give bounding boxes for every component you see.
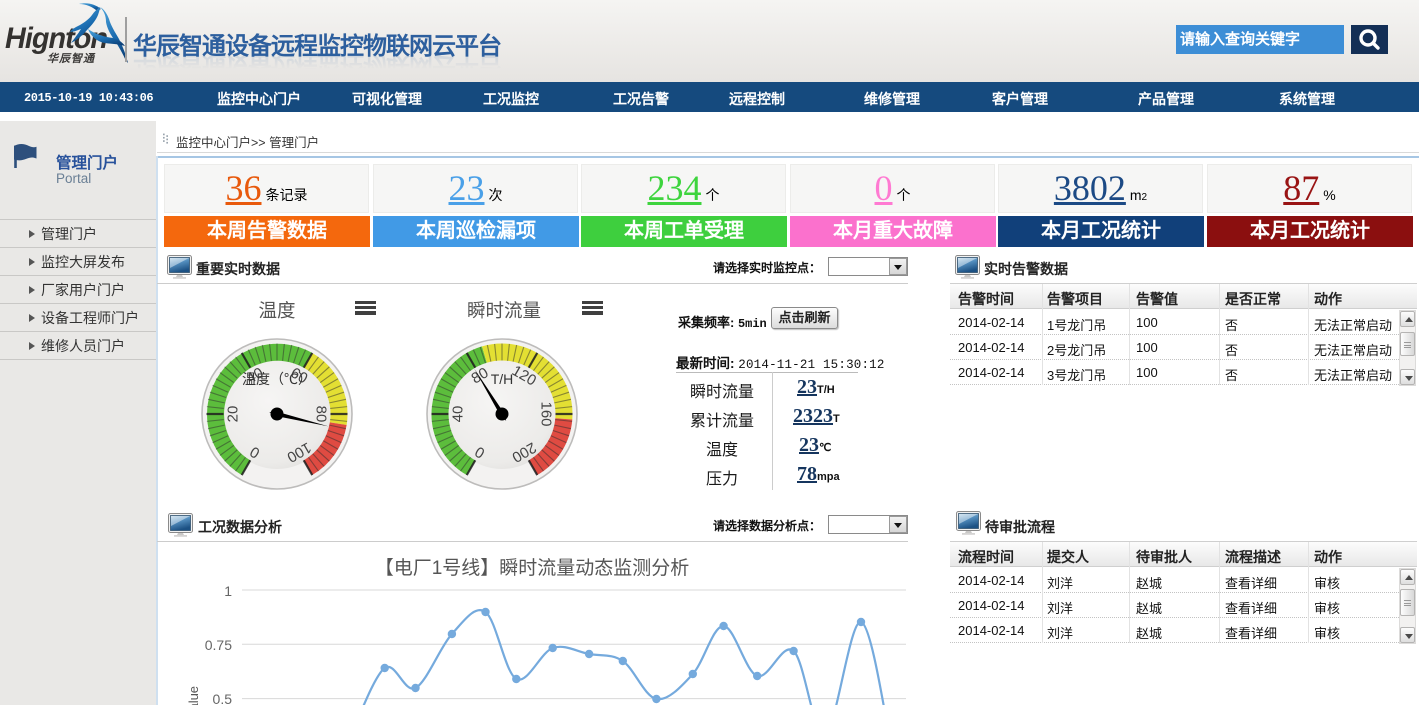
svg-text:40: 40 bbox=[450, 406, 467, 423]
svg-text:温度（℃）: 温度（℃） bbox=[242, 371, 312, 387]
svg-text:160: 160 bbox=[538, 401, 555, 426]
svg-text:20: 20 bbox=[225, 406, 242, 423]
svg-text:80: 80 bbox=[313, 406, 330, 423]
svg-text:T/H: T/H bbox=[491, 371, 514, 387]
